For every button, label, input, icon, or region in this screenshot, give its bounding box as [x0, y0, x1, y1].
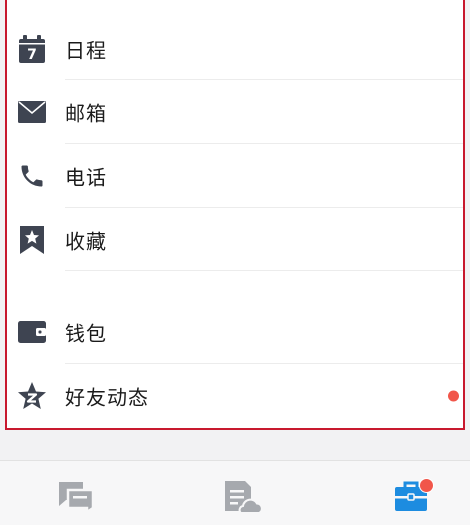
bottom-tab-bar [0, 460, 470, 525]
phone-icon [17, 161, 47, 191]
menu-item-label: 日程 [65, 38, 107, 62]
friends-star-icon [17, 381, 47, 411]
menu-item-label: 邮箱 [65, 101, 107, 125]
menu-item-schedule[interactable]: 7 日程 [7, 17, 463, 80]
wallet-icon [17, 317, 47, 347]
calendar-day-number: 7 [27, 47, 37, 63]
menu-item-wallet[interactable]: 钱包 [7, 300, 463, 363]
messages-icon [56, 479, 96, 517]
menu-item-phone[interactable]: 电话 [7, 144, 463, 207]
menu-item-favorites[interactable]: 收藏 [7, 208, 463, 271]
unread-dot [448, 390, 459, 401]
calendar-icon: 7 [17, 34, 47, 64]
section-gap [7, 271, 463, 303]
mail-icon [17, 97, 47, 127]
menu-item-friend-moments[interactable]: 好友动态 [7, 364, 463, 427]
tab-messages[interactable] [54, 479, 98, 519]
menu-item-label: 收藏 [65, 229, 107, 253]
menu-item-label: 钱包 [65, 321, 107, 345]
menu-item-label: 好友动态 [65, 385, 149, 409]
tab-workspace[interactable] [389, 478, 434, 519]
tab-documents[interactable] [220, 479, 264, 519]
bookmark-star-icon [17, 225, 47, 255]
menu-item-mailbox[interactable]: 邮箱 [7, 80, 463, 143]
menu-item-label: 电话 [65, 165, 107, 189]
menu-panel: 7 日程 邮箱 电话 收藏 钱包 好友动态 [5, 0, 465, 430]
documents-cloud-icon [221, 479, 263, 519]
tab-badge-dot [419, 478, 434, 493]
